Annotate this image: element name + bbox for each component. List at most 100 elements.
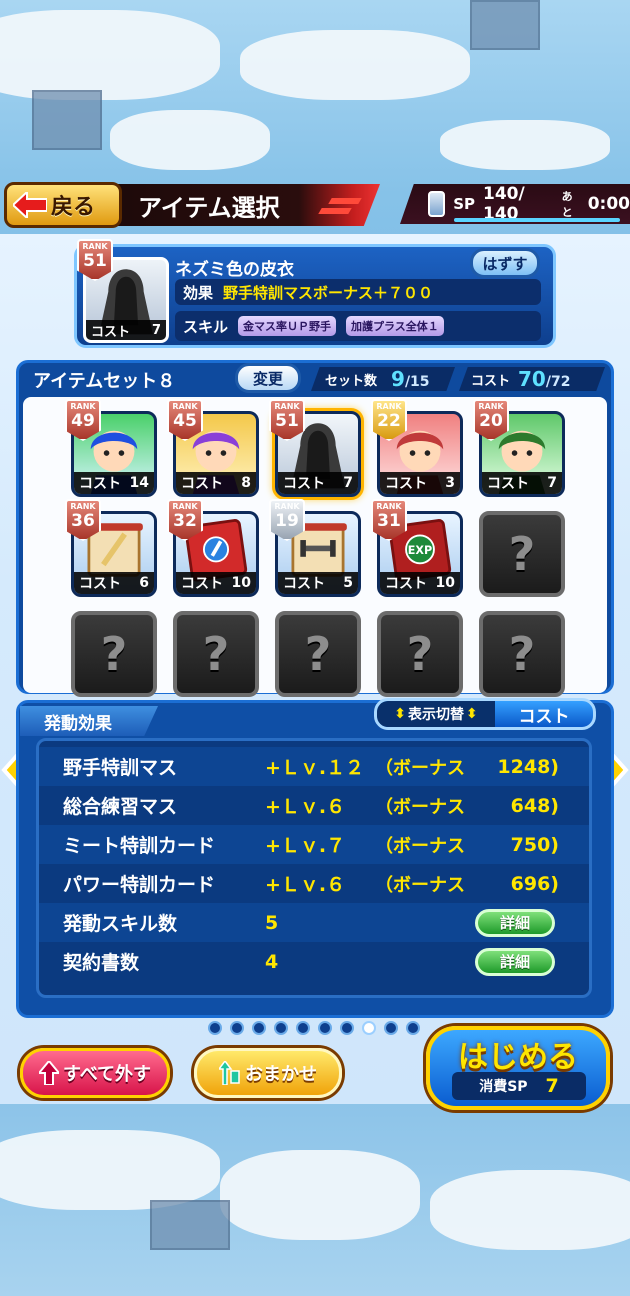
contract-detail-button[interactable]: 詳細: [475, 947, 555, 976]
set-count: セット数 9/15: [311, 367, 455, 391]
sp-gauge: [454, 218, 620, 222]
back-arrow-icon: [13, 192, 47, 218]
remove-item-button[interactable]: はずす: [470, 248, 540, 278]
pager-dot[interactable]: [406, 1021, 420, 1035]
rank-value: 36: [71, 511, 95, 531]
rank-label: RANK: [70, 502, 96, 511]
cost-value: 7: [151, 322, 161, 338]
effect-name: 発動スキル数: [63, 913, 178, 935]
slot-cost-value: 10: [435, 575, 455, 591]
auto-select-label: おまかせ: [245, 1064, 317, 1085]
cost-value: 70: [518, 367, 546, 391]
skill-row: スキル 金マス率ＵＰ野手 加護プラス全体１: [175, 311, 541, 341]
effect-level: +Ｌｖ.６: [265, 874, 346, 896]
effect-value: 野手特訓マスボーナス＋７００: [223, 283, 434, 302]
rank-label: RANK: [172, 402, 198, 411]
rank-label: RANK: [82, 242, 108, 251]
effect-row: 総合練習マス +Ｌｖ.６ （ボーナス 648): [39, 786, 589, 825]
slot-cost-label: コスト: [487, 476, 529, 492]
cost-value-wrap: 70/72: [518, 367, 570, 391]
rank-label: RANK: [478, 402, 504, 411]
slot-cost: コスト 6: [74, 572, 154, 594]
pager-dot[interactable]: [208, 1021, 222, 1035]
start-cost-label: 消費SP: [479, 1079, 528, 1095]
set-count-label: セット数: [325, 373, 378, 389]
effect-row: 野手特訓マス +Ｌｖ.１２ （ボーナス 1248): [39, 747, 589, 786]
slot-cost-value: 8: [241, 475, 251, 491]
bonus-label: （ボーナス: [375, 874, 465, 896]
rank-label: RANK: [70, 402, 96, 411]
skill-detail-button[interactable]: 詳細: [475, 908, 555, 937]
effect-row: パワー特訓カード +Ｌｖ.６ （ボーナス 696): [39, 864, 589, 903]
item-set-name: アイテムセット８: [33, 371, 176, 392]
empty-item-slot[interactable]: ?: [71, 611, 157, 697]
display-toggle-label-wrap: ⬍ 表示切替 ⬍: [377, 701, 495, 727]
slot-cost: コスト 7: [278, 472, 358, 494]
effect-name: 契約書数: [63, 952, 140, 974]
bonus-label: （ボーナス: [375, 757, 465, 779]
pager-dot[interactable]: [252, 1021, 266, 1035]
pager-dot[interactable]: [318, 1021, 332, 1035]
cost-max: /72: [545, 374, 571, 390]
set-count-value: 9: [391, 367, 405, 391]
empty-item-slot[interactable]: ?: [275, 611, 361, 697]
empty-item-slot[interactable]: ?: [377, 611, 463, 697]
start-cost-value: 7: [545, 1075, 559, 1097]
cost-label: コスト: [91, 324, 131, 340]
svg-text:EXP: EXP: [408, 544, 432, 557]
sp-timer-label: あと: [561, 190, 573, 219]
pager-dot[interactable]: [230, 1021, 244, 1035]
pager-dot[interactable]: [362, 1021, 376, 1035]
effect-level: +Ｌｖ.７: [265, 835, 346, 857]
change-set-button[interactable]: 変更: [235, 363, 301, 393]
top-bar: アイテム選択 戻る SP 140/ 140 あと 0:00: [0, 180, 630, 232]
slot-cost-value: 3: [445, 475, 455, 491]
pager-dot[interactable]: [340, 1021, 354, 1035]
sp-timer: 0:00: [587, 194, 630, 214]
pager-dot[interactable]: [274, 1021, 288, 1035]
pager-dot[interactable]: [384, 1021, 398, 1035]
effect-level: 4: [265, 950, 279, 973]
pager-dot[interactable]: [296, 1021, 310, 1035]
auto-select-button[interactable]: おまかせ: [194, 1048, 342, 1098]
start-button[interactable]: はじめる 消費SP 7: [426, 1026, 610, 1110]
effects-tab: 発動効果: [20, 706, 158, 736]
slot-cost-value: 5: [343, 575, 353, 591]
rank-label: RANK: [376, 502, 402, 511]
display-toggle-label: 表示切替: [408, 707, 464, 723]
skill-chip: 加護プラス全体１: [346, 316, 444, 336]
slot-cost-value: 7: [547, 475, 557, 491]
remove-all-button[interactable]: すべて外す: [20, 1048, 170, 1098]
rank-value: 32: [173, 511, 197, 531]
effect-level: 5: [265, 911, 279, 934]
rank-value: 51: [275, 411, 299, 431]
empty-item-slot[interactable]: ?: [479, 511, 565, 597]
set-pager: [208, 1021, 420, 1035]
sp-card-icon: [428, 191, 446, 217]
rank-label: RANK: [274, 402, 300, 411]
empty-item-slot[interactable]: ?: [173, 611, 259, 697]
effect-name: 総合練習マス: [63, 796, 178, 818]
slot-cost: コスト 7: [482, 472, 562, 494]
slot-cost-value: 14: [129, 475, 149, 491]
item-set-header: アイテムセット８ 変更 セット数 9/15 コスト 70/72: [19, 363, 611, 393]
skill-label: スキル: [183, 317, 229, 336]
set-count-value-wrap: 9/15: [391, 367, 430, 391]
auto-arrow-icon: [219, 1061, 240, 1085]
swap-icon: ⬍: [394, 706, 406, 722]
display-toggle-value: コスト: [518, 706, 570, 727]
display-toggle-button[interactable]: ⬍ 表示切替 ⬍ コスト: [374, 698, 596, 730]
rank-value: 45: [173, 411, 197, 431]
empty-item-slot[interactable]: ?: [479, 611, 565, 697]
slot-cost-label: コスト: [79, 576, 121, 592]
selected-item-name: ネズミ色の皮衣: [175, 260, 294, 280]
rank-value: 49: [71, 411, 95, 431]
slot-cost-label: コスト: [283, 576, 325, 592]
back-button[interactable]: 戻る: [4, 182, 122, 228]
slot-cost-label: コスト: [181, 576, 223, 592]
total-cost: コスト 70/72: [459, 367, 605, 391]
rank-value: 51: [83, 251, 107, 271]
effect-name: 野手特訓マス: [63, 757, 178, 779]
rank-label: RANK: [172, 502, 198, 511]
up-arrow-icon: [38, 1061, 59, 1085]
